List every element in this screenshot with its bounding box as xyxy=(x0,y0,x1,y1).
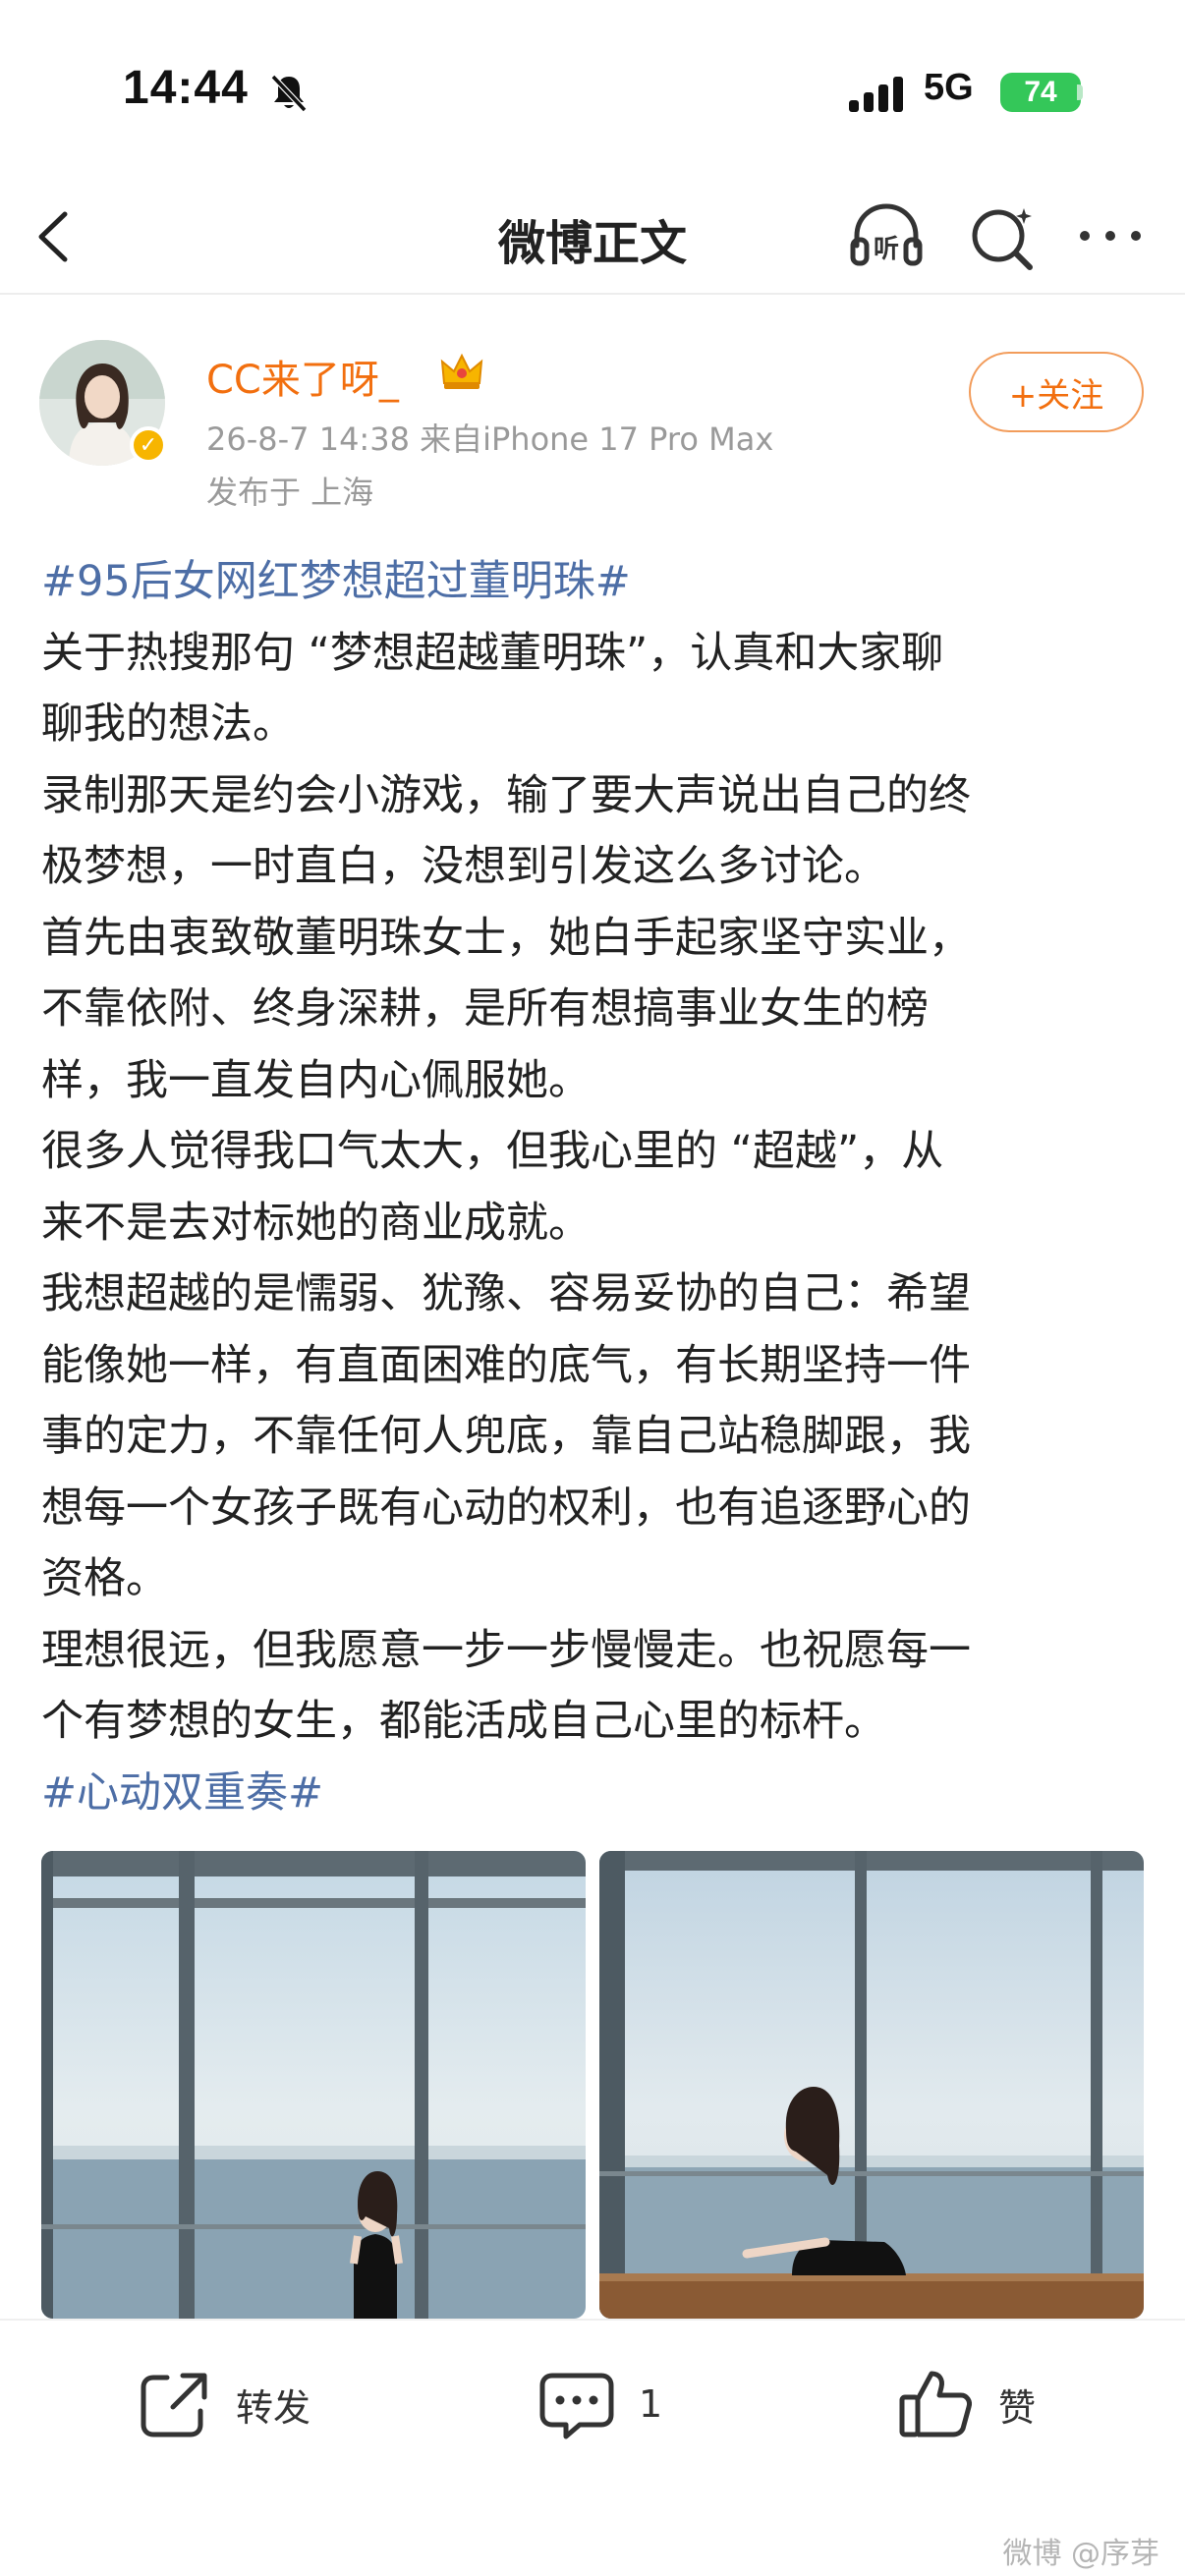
post-line: 录制那天是约会小游戏，输了要大声说出自己的终 xyxy=(41,770,971,820)
verified-badge-icon: ✓ xyxy=(130,426,167,464)
like-label: 赞 xyxy=(998,2385,1037,2430)
search-icon[interactable] xyxy=(961,195,1044,277)
photo-window-sea-1 xyxy=(41,1851,586,2319)
watermark: 微博 @序芽 xyxy=(1002,2537,1159,2571)
author-name[interactable]: CC来了呀_ xyxy=(206,348,399,405)
post-line: 聊我的想法。 xyxy=(41,700,295,749)
battery-tip xyxy=(1077,84,1083,100)
action-bar: 转发 1 赞 微博 @序芽 xyxy=(0,2319,1185,2576)
post-line: 理想很远，但我愿意一步一步慢慢走。也祝愿每一 xyxy=(41,1625,971,1675)
post-line: 首先由衷致敬董明珠女士，她白手起家坚守实业， xyxy=(41,913,971,963)
repost-icon xyxy=(141,2373,207,2437)
post-line: 很多人觉得我口气太大，但我心里的 “超越”，从 xyxy=(41,1127,944,1176)
post-location: 发布于 上海 xyxy=(206,474,374,511)
post-line: 极梦想，一时直白，没想到引发这么多讨论。 xyxy=(41,842,886,891)
post-line: 我想超越的是懦弱、犹豫、容易妥协的自己：希望 xyxy=(41,1269,971,1318)
follow-button[interactable]: +关注 xyxy=(969,352,1144,432)
mute-bell-icon xyxy=(270,74,308,113)
post-line: 能像她一样，有直面困难的底气，有长期坚持一件 xyxy=(41,1340,971,1390)
nav-bar: 微博正文 听 xyxy=(0,177,1185,295)
crown-badge-icon xyxy=(440,353,483,389)
comment-icon xyxy=(539,2373,614,2439)
listen-icon[interactable]: 听 xyxy=(845,195,928,277)
hashtag-link[interactable]: #95后女网红梦想超过董明珠# xyxy=(41,546,1152,618)
post-line: 不靠依附、终身深耕，是所有想搞事业女生的榜 xyxy=(41,984,929,1034)
signal-icon xyxy=(849,77,903,112)
post-photo-2[interactable] xyxy=(599,1851,1144,2319)
svg-text:听: 听 xyxy=(874,235,899,264)
comment-count: 1 xyxy=(639,2382,663,2426)
post-line: 事的定力，不靠任何人兜底，靠自己站稳脚跟，我 xyxy=(41,1412,971,1461)
post-meta: 26-8-7 14:38 来自iPhone 17 Pro Max xyxy=(206,420,774,458)
post-line: 个有梦想的女生，都能活成自己心里的标杆。 xyxy=(41,1697,886,1746)
more-icon[interactable] xyxy=(1071,206,1150,265)
post-line: 资格。 xyxy=(41,1554,168,1603)
post-body: #95后女网红梦想超过董明珠# 关于热搜那句 “梦想超越董明珠”，认真和大家聊 … xyxy=(41,546,1152,1828)
thumbs-up-icon xyxy=(899,2371,972,2437)
post-line: 来不是去对标她的商业成就。 xyxy=(41,1198,591,1248)
post-line: 关于热搜那句 “梦想超越董明珠”，认真和大家聊 xyxy=(41,628,944,678)
photo-window-sea-2 xyxy=(599,1851,1144,2319)
status-bar: 14:44 5G 74 xyxy=(0,0,1185,196)
repost-button[interactable]: 转发 xyxy=(134,2360,310,2448)
post-photo-1[interactable] xyxy=(41,1851,586,2319)
like-button[interactable]: 赞 xyxy=(896,2360,1036,2448)
network-label: 5G xyxy=(924,67,974,108)
hashtag-link[interactable]: #心动双重奏# xyxy=(41,1758,1152,1829)
repost-label: 转发 xyxy=(236,2385,311,2430)
post-line: 样，我一直发自内心佩服她。 xyxy=(41,1055,591,1105)
post-line: 想每一个女孩子既有心动的权利，也有追逐野心的 xyxy=(41,1483,971,1533)
comment-button[interactable]: 1 xyxy=(536,2360,662,2448)
battery-indicator: 74 xyxy=(1000,73,1081,112)
status-time: 14:44 xyxy=(123,62,249,114)
